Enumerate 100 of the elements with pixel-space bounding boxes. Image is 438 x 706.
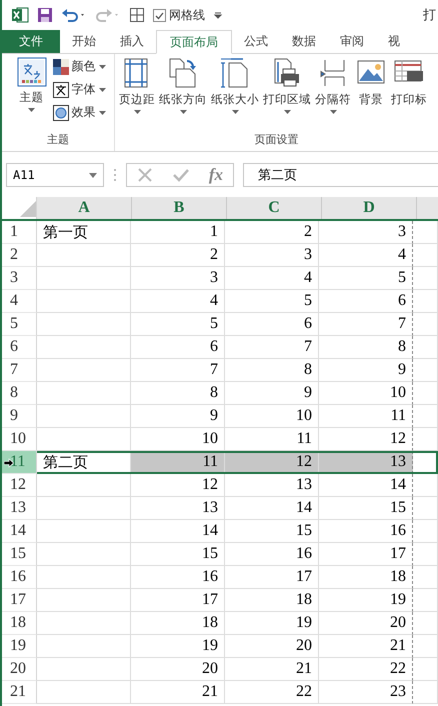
table-cell: 10 bbox=[131, 428, 225, 451]
customize-caret-icon[interactable] bbox=[213, 10, 223, 20]
row-header[interactable]: 3 bbox=[2, 267, 37, 290]
ribbon-tab[interactable]: 文件 bbox=[2, 30, 60, 53]
row-header[interactable]: 10 bbox=[2, 428, 37, 451]
name-box[interactable]: A11 bbox=[6, 163, 104, 187]
ribbon-tab[interactable]: 页面布局 bbox=[156, 30, 232, 54]
row-header[interactable]: 6 bbox=[2, 336, 37, 359]
table-cell bbox=[413, 474, 438, 497]
excel-logo-icon[interactable] bbox=[11, 6, 29, 24]
table-cell: 12 bbox=[225, 451, 319, 474]
table-cell: 9 bbox=[319, 359, 413, 382]
gridlines-checkbox[interactable]: 网格线 bbox=[153, 6, 205, 24]
margins-button[interactable]: 页边距 bbox=[117, 57, 157, 114]
ribbon-tab[interactable]: 数据 bbox=[280, 30, 328, 53]
breaks-button[interactable]: 分隔符 bbox=[313, 57, 353, 114]
column-header[interactable]: D bbox=[322, 197, 417, 219]
table-cell: 8 bbox=[319, 336, 413, 359]
table-cell: 16 bbox=[131, 566, 225, 589]
table-cell: 19 bbox=[131, 635, 225, 658]
row-header[interactable]: 21 bbox=[2, 681, 37, 704]
row-header[interactable]: 9 bbox=[2, 405, 37, 428]
ribbon-tab[interactable]: 审阅 bbox=[328, 30, 376, 53]
table-cell: 17 bbox=[225, 566, 319, 589]
ribbon-tab[interactable]: 开始 bbox=[60, 30, 108, 53]
table-cell: 17 bbox=[131, 589, 225, 612]
print-area-button[interactable]: 打印区域 bbox=[261, 57, 313, 114]
caret-icon bbox=[232, 110, 238, 114]
row-header[interactable]: 1 bbox=[2, 221, 37, 244]
fonts-button[interactable]: 字体 bbox=[52, 80, 106, 99]
table-cell: 14 bbox=[319, 474, 413, 497]
row-header[interactable]: 11 bbox=[2, 451, 37, 474]
background-button[interactable]: 背景 bbox=[353, 57, 389, 107]
ribbon-tab[interactable]: 插入 bbox=[108, 30, 156, 53]
table-cell: 15 bbox=[319, 497, 413, 520]
row-header[interactable]: 18 bbox=[2, 612, 37, 635]
row-header[interactable]: 14 bbox=[2, 520, 37, 543]
borders-icon[interactable] bbox=[129, 7, 145, 23]
table-cell: 18 bbox=[319, 566, 413, 589]
table-cell: 5 bbox=[319, 267, 413, 290]
table-cell: 9 bbox=[131, 405, 225, 428]
table-cell: 13 bbox=[319, 451, 413, 474]
table-cell: 10 bbox=[319, 382, 413, 405]
circle-effect-icon bbox=[52, 104, 68, 120]
ribbon-tab[interactable]: 公式 bbox=[232, 30, 280, 53]
table-cell: 15 bbox=[131, 543, 225, 566]
colors-button[interactable]: 颜色 bbox=[52, 57, 106, 76]
table-cell bbox=[413, 681, 438, 704]
themes-icon bbox=[16, 57, 46, 87]
row-header[interactable]: 4 bbox=[2, 290, 37, 313]
row-header[interactable]: 16 bbox=[2, 566, 37, 589]
table-cell: 15 bbox=[225, 520, 319, 543]
column-header[interactable]: A bbox=[37, 197, 132, 219]
row-header[interactable]: 5 bbox=[2, 313, 37, 336]
table-cell: 21 bbox=[319, 635, 413, 658]
table-cell: 20 bbox=[131, 658, 225, 681]
table-cell: 1 bbox=[131, 221, 225, 244]
row-header[interactable]: 12 bbox=[2, 474, 37, 497]
table-cell: 5 bbox=[225, 290, 319, 313]
row-header[interactable]: 13 bbox=[2, 497, 37, 520]
orientation-button[interactable]: 纸张方向 bbox=[157, 57, 209, 114]
row-header[interactable]: 19 bbox=[2, 635, 37, 658]
undo-icon[interactable] bbox=[61, 7, 87, 23]
row-header[interactable]: 20 bbox=[2, 658, 37, 681]
themes-button[interactable]: 主题 bbox=[10, 57, 52, 112]
size-button[interactable]: 纸张大小 bbox=[209, 57, 261, 114]
table-cell: 3 bbox=[319, 221, 413, 244]
effects-button[interactable]: 效果 bbox=[52, 103, 106, 122]
table-cell: 2 bbox=[225, 221, 319, 244]
insert-function-button[interactable]: fx bbox=[208, 165, 224, 185]
table-cell: 6 bbox=[225, 313, 319, 336]
print-titles-button[interactable]: 打印标 bbox=[389, 57, 429, 107]
row-header[interactable]: 17 bbox=[2, 589, 37, 612]
grip-icon bbox=[113, 168, 117, 182]
row-header[interactable]: 8 bbox=[2, 382, 37, 405]
table-cell: 21 bbox=[131, 681, 225, 704]
table-cell bbox=[413, 658, 438, 681]
table-cell: 19 bbox=[319, 589, 413, 612]
column-header[interactable]: B bbox=[132, 197, 227, 219]
table-cell: 4 bbox=[131, 290, 225, 313]
column-header[interactable]: C bbox=[227, 197, 322, 219]
formula-field[interactable]: 第二页 bbox=[243, 163, 438, 187]
table-cell: 第一页 bbox=[37, 221, 131, 244]
table-cell: 4 bbox=[225, 267, 319, 290]
row-header[interactable]: 2 bbox=[2, 244, 37, 267]
row-header[interactable]: 15 bbox=[2, 543, 37, 566]
table-cell bbox=[413, 428, 438, 451]
table-cell: 2 bbox=[131, 244, 225, 267]
ribbon-tab[interactable]: 视 bbox=[376, 30, 412, 53]
table-cell: 3 bbox=[225, 244, 319, 267]
table-cell: 20 bbox=[319, 612, 413, 635]
table-cell: 16 bbox=[225, 543, 319, 566]
table-cell: 8 bbox=[225, 359, 319, 382]
table-cell: 13 bbox=[225, 474, 319, 497]
group-label: 主题 bbox=[47, 132, 69, 148]
table-cell: 10 bbox=[225, 405, 319, 428]
table-cell: 8 bbox=[131, 382, 225, 405]
table-cell: 12 bbox=[131, 474, 225, 497]
save-icon[interactable] bbox=[37, 7, 53, 23]
row-header[interactable]: 7 bbox=[2, 359, 37, 382]
